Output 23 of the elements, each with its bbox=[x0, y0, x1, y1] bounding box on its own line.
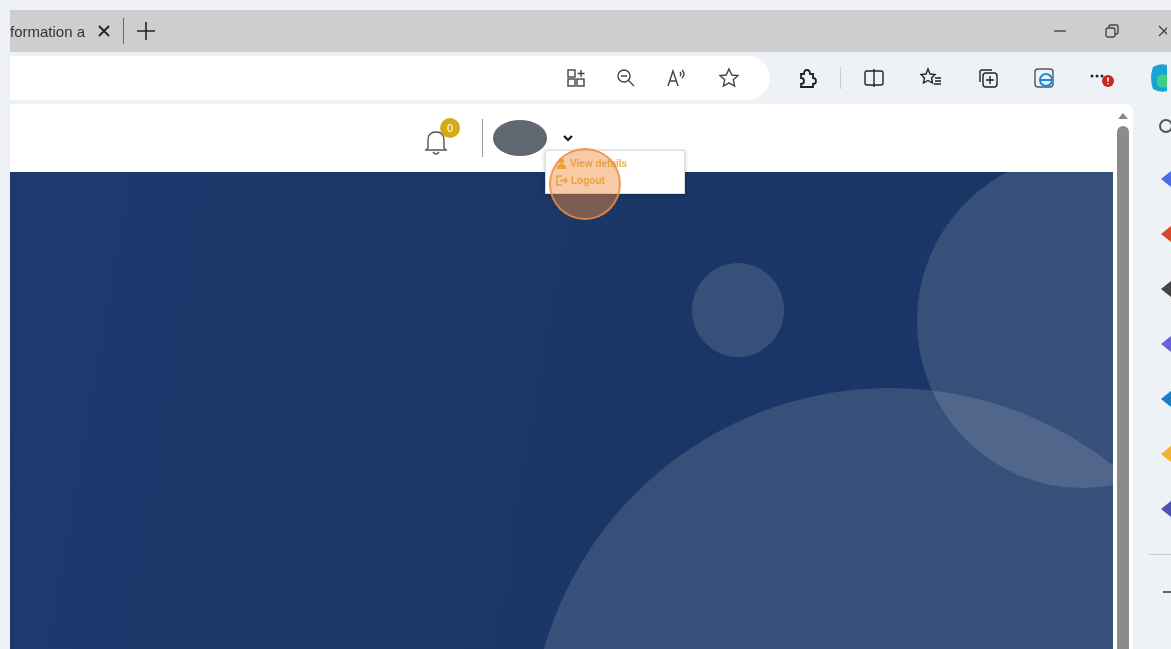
zoom-out-icon[interactable] bbox=[616, 68, 636, 88]
bell-icon[interactable] bbox=[424, 128, 448, 156]
ie-mode-icon[interactable] bbox=[1033, 67, 1055, 89]
person-icon bbox=[556, 158, 567, 169]
caret-icon[interactable] bbox=[563, 134, 573, 142]
search-icon[interactable] bbox=[1157, 118, 1171, 134]
close-icon[interactable] bbox=[1157, 24, 1167, 38]
star-icon[interactable] bbox=[718, 67, 740, 89]
split-screen-icon[interactable] bbox=[863, 68, 885, 88]
notification-badge: 0 bbox=[440, 118, 460, 138]
browser-tab-title[interactable]: formation a bbox=[10, 22, 86, 40]
restore-icon[interactable] bbox=[1105, 24, 1119, 38]
app-grid-icon[interactable] bbox=[566, 68, 586, 88]
avatar-photo[interactable] bbox=[493, 120, 547, 156]
logout-icon bbox=[556, 175, 568, 186]
close-icon[interactable] bbox=[97, 24, 112, 38]
minus-icon[interactable] bbox=[1163, 590, 1171, 594]
read-aloud-icon[interactable] bbox=[666, 68, 688, 88]
scrollbar-thumb[interactable] bbox=[1117, 126, 1129, 649]
copilot-icon[interactable] bbox=[1149, 63, 1167, 93]
scroll-up-icon[interactable] bbox=[1117, 112, 1129, 120]
collections-icon[interactable] bbox=[977, 67, 999, 89]
plus-icon[interactable] bbox=[136, 21, 157, 41]
